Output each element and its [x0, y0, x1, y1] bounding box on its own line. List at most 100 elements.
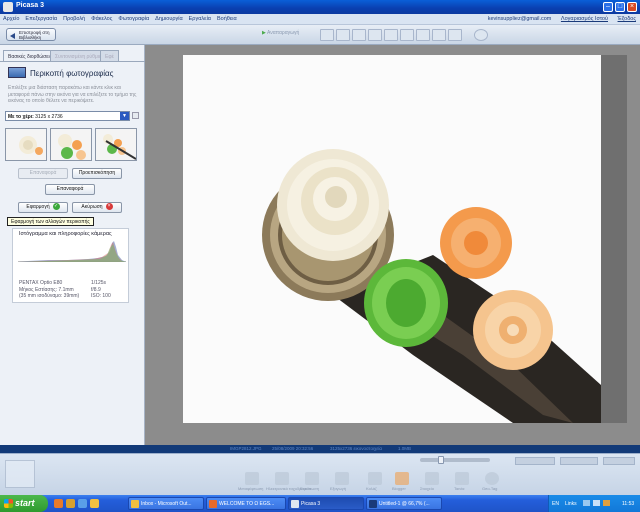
- ratio-prefix: Με το χέρι:: [8, 114, 34, 120]
- web-albums-link[interactable]: Λογαριασμός Ιστού: [561, 16, 608, 22]
- people-button[interactable]: [515, 457, 555, 465]
- quicklaunch-desktop-icon[interactable]: [78, 499, 87, 508]
- tray-label-upload: Μεταφόρτωση: [238, 486, 264, 491]
- focal-35mm: (35 mm ισοδύναμο: 39mm): [19, 293, 80, 299]
- play-label: Αναπαραγωγή: [266, 30, 300, 36]
- next-icon[interactable]: [336, 29, 350, 41]
- crop-suggestion-thumbnail-2[interactable]: [50, 128, 92, 161]
- start-label: start: [15, 498, 35, 508]
- clock: 11:53: [622, 501, 635, 507]
- email-icon[interactable]: [275, 472, 289, 485]
- photo-crop-area[interactable]: [183, 55, 601, 423]
- back-label: Επιστροφή στη Βιβλιοθήκη: [19, 30, 50, 40]
- movie-icon[interactable]: [425, 472, 439, 485]
- cancel-button[interactable]: Ακύρωση ×: [72, 202, 122, 213]
- firefox-icon: [209, 500, 217, 508]
- tray-label-print: Εκτύπωση: [300, 486, 319, 491]
- crop-photo-icon: [8, 67, 26, 78]
- close-button[interactable]: ×: [627, 2, 637, 12]
- preview-button[interactable]: Προεπισκόπηση: [72, 168, 122, 179]
- quicklaunch-firefox-icon[interactable]: [54, 499, 63, 508]
- previous-icon[interactable]: [320, 29, 334, 41]
- apply-button[interactable]: Εφαρμογή ✓: [18, 202, 68, 213]
- volume-icon[interactable]: [593, 500, 600, 506]
- menu-view[interactable]: Προβολή: [60, 14, 88, 22]
- account-links: kevinsuppliez@gmail.com Λογαριασμός Ιστο…: [480, 16, 636, 22]
- picasa-app-icon: [3, 2, 13, 12]
- tray-label-movie: Ταινία: [454, 486, 465, 491]
- quicklaunch-folder-icon[interactable]: [66, 499, 75, 508]
- export-icon[interactable]: [335, 472, 349, 485]
- fill-light-icon[interactable]: [432, 29, 446, 41]
- crop-suggestion-thumbnail-3[interactable]: [95, 128, 137, 161]
- crop-suggestion-thumbnail-1[interactable]: [5, 128, 47, 161]
- redeye-icon[interactable]: [384, 29, 398, 41]
- refresh-icon[interactable]: [474, 29, 488, 41]
- upload-icon[interactable]: [245, 472, 259, 485]
- language-indicator[interactable]: EN: [552, 501, 559, 507]
- info-button[interactable]: [603, 457, 635, 465]
- reset-crop-button[interactable]: Επαναφορά: [18, 168, 68, 179]
- menu-tools[interactable]: Εργαλεία: [186, 14, 214, 22]
- task-browser[interactable]: WELCOME TO Ω EGS...: [206, 497, 286, 510]
- zoom-slider[interactable]: [420, 456, 490, 464]
- iso: ISO: 100: [91, 293, 111, 299]
- links-toolbar[interactable]: Links: [565, 501, 577, 507]
- undo-button[interactable]: Επαναφορά: [45, 184, 95, 195]
- ratio-option-checkbox[interactable]: [132, 112, 139, 119]
- histogram-graph: [18, 241, 126, 262]
- menu-edit[interactable]: Επεξεργασία: [22, 14, 60, 22]
- geotag-icon[interactable]: [455, 472, 469, 485]
- task-label-picasa: Picasa 3: [301, 501, 321, 507]
- photo-dimensions: 3125x2736 εικονοστοιχεία: [330, 446, 382, 451]
- picasa-icon: [291, 500, 299, 508]
- crop-dimmed-region: [601, 55, 627, 423]
- globe-icon[interactable]: [485, 472, 499, 485]
- file-name: IMGP2812.JPG: [230, 446, 262, 451]
- zoom-slider-knob[interactable]: [438, 456, 444, 464]
- tray-label-collage: Κολάζ: [366, 486, 377, 491]
- photo-view: [145, 45, 640, 445]
- tray-label-export: Εξαγωγή: [330, 486, 347, 491]
- back-to-library-button[interactable]: Επιστροφή στη Βιβλιοθήκη: [6, 28, 56, 41]
- task-outlook[interactable]: Inbox - Microsoft Out...: [128, 497, 204, 510]
- menu-folder[interactable]: Φάκελος: [88, 14, 115, 22]
- action-tray: Μεταφόρτωση Ηλεκτρονικό ταχυδρομείο Εκτύ…: [0, 453, 640, 495]
- flower-hair-clip-photo: [183, 55, 601, 423]
- windows-flag-icon: [4, 499, 13, 508]
- rotate-right-icon[interactable]: [416, 29, 430, 41]
- play-slideshow-button[interactable]: ▶ Αναπαραγωγή: [262, 30, 312, 40]
- rotate-left-icon[interactable]: [400, 29, 414, 41]
- menu-file[interactable]: Αρχείο: [0, 14, 22, 22]
- blogger-icon[interactable]: [395, 472, 409, 485]
- tray-label-blogger: Blogger: [392, 486, 406, 491]
- places-button[interactable]: [560, 457, 598, 465]
- collage-icon[interactable]: [368, 472, 382, 485]
- start-button[interactable]: start: [0, 495, 48, 512]
- tray-app-icon[interactable]: [603, 500, 610, 506]
- print-icon[interactable]: [305, 472, 319, 485]
- quicklaunch-outlook-icon[interactable]: [90, 499, 99, 508]
- minimize-button[interactable]: –: [603, 2, 613, 12]
- photo-date: 25/08/2009 20:32:56: [272, 446, 314, 451]
- maximize-button[interactable]: □: [615, 2, 625, 12]
- menu-picture[interactable]: Φωτογραφία: [115, 14, 152, 22]
- signout-link[interactable]: Έξοδος: [618, 16, 636, 22]
- crop-tool-icon[interactable]: [352, 29, 366, 41]
- menu-help[interactable]: Βοήθεια: [214, 14, 240, 22]
- task-label-photoshop: Untitled-1 @ 66,7% (...: [379, 501, 430, 507]
- tab-divider: [0, 61, 145, 62]
- back-arrow-icon: [10, 33, 15, 39]
- system-tray: EN Links 11:53: [548, 495, 640, 512]
- aspect-ratio-select[interactable]: Με το χέρι: 3125 x 2736 ▼: [5, 111, 130, 121]
- crop-title: Περικοπή φωτογραφίας: [30, 69, 114, 78]
- chevron-down-icon[interactable]: ▼: [120, 112, 129, 120]
- task-picasa[interactable]: Picasa 3: [288, 497, 364, 510]
- network-icon[interactable]: [583, 500, 590, 506]
- outlook-icon: [131, 500, 139, 508]
- text-tool-icon[interactable]: [448, 29, 462, 41]
- menu-create[interactable]: Δημιουργία: [152, 14, 185, 22]
- selection-tray[interactable]: [5, 460, 35, 488]
- straighten-icon[interactable]: [368, 29, 382, 41]
- task-photoshop[interactable]: Untitled-1 @ 66,7% (...: [366, 497, 442, 510]
